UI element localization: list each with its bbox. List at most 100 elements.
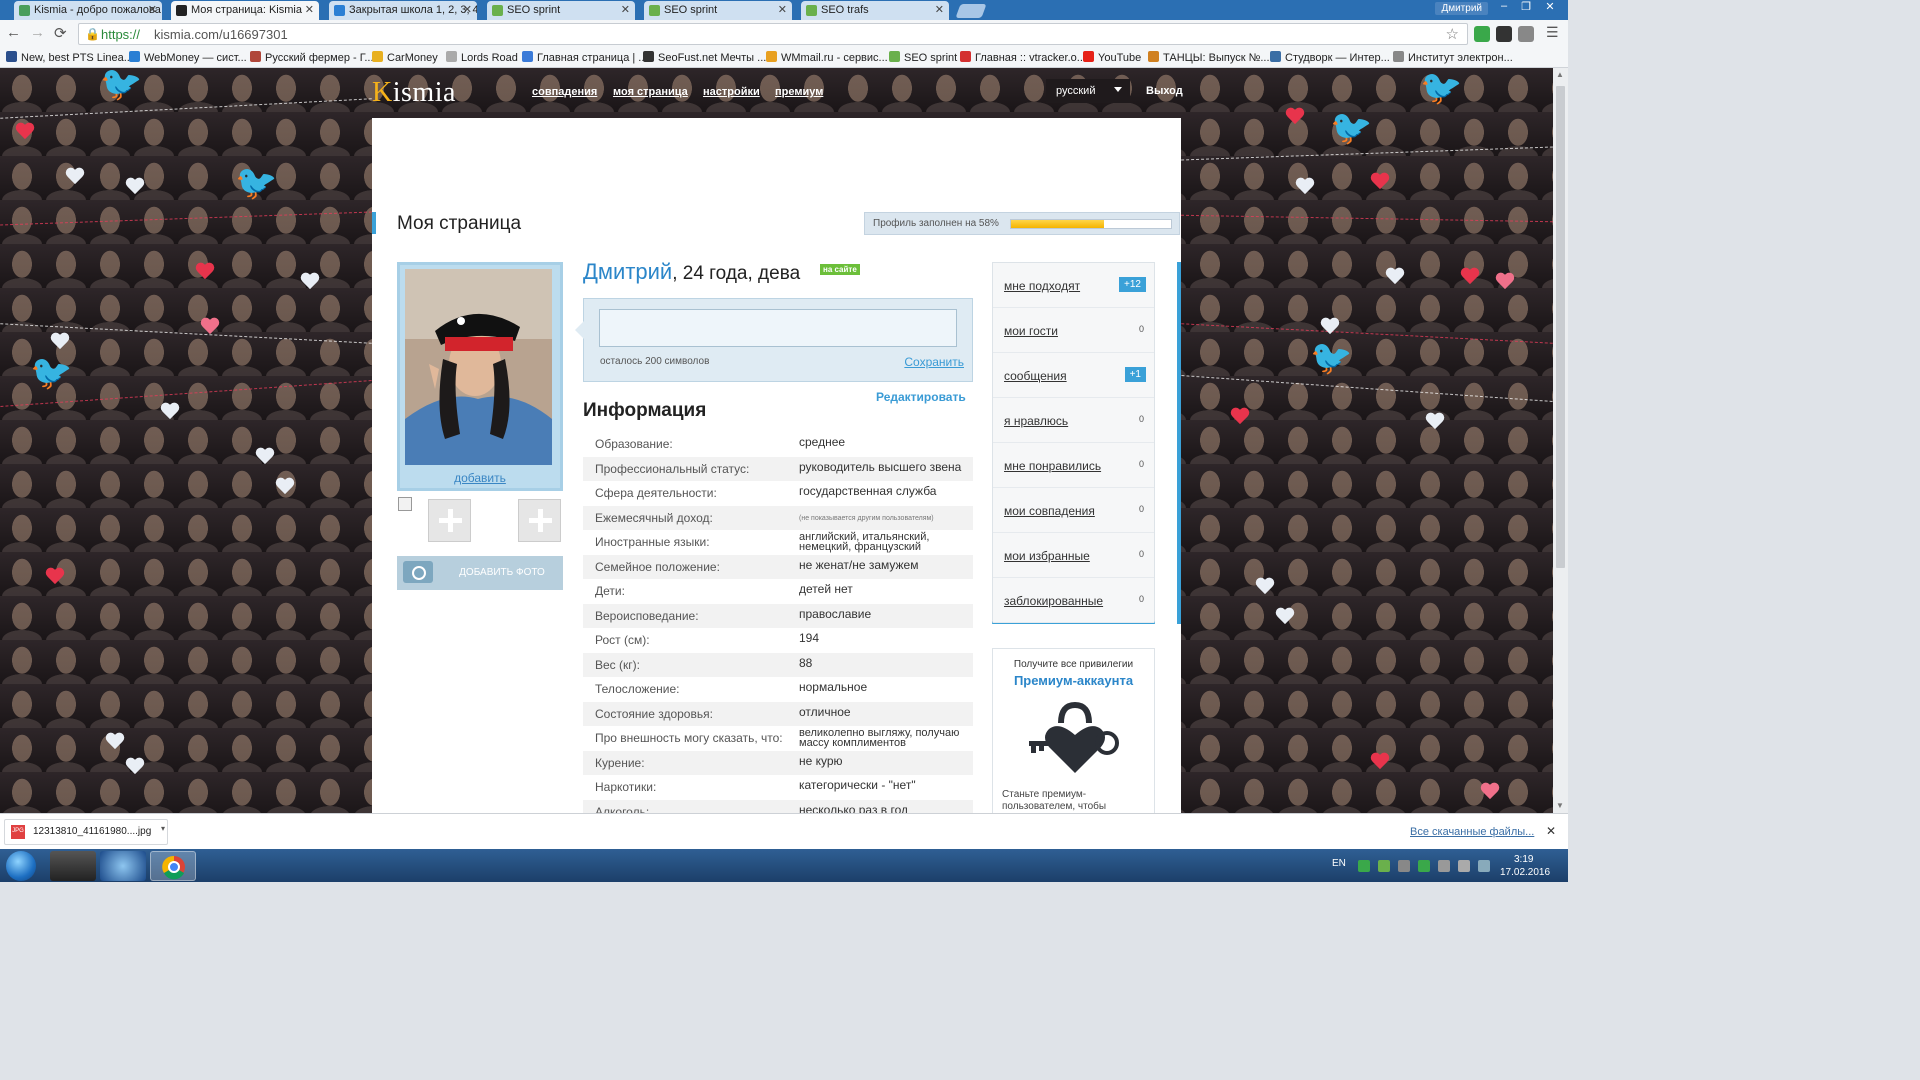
tray-icon[interactable]	[1458, 860, 1470, 872]
bookmark-item[interactable]: YouTube	[1083, 51, 1141, 64]
close-tab-icon[interactable]: ✕	[305, 3, 314, 16]
status-input[interactable]	[599, 309, 957, 347]
menu-icon[interactable]: ☰	[1546, 24, 1562, 40]
nav-my-page[interactable]: моя страница	[613, 86, 688, 98]
side-menu-item[interactable]: сообщения +1	[993, 353, 1154, 398]
heart-icon	[200, 318, 220, 336]
back-button[interactable]: ←	[6, 24, 21, 41]
tab[interactable]: SEO trafs ✕	[801, 1, 949, 20]
bookmark-item[interactable]: CarMoney	[372, 51, 438, 64]
page-scrollbar[interactable]: ▲ ▼	[1553, 68, 1568, 813]
bookmark-item[interactable]: Институт электрон...	[1393, 51, 1513, 64]
side-menu-item[interactable]: заблокированные 0	[993, 578, 1154, 623]
nav-settings[interactable]: настройки	[703, 86, 760, 98]
side-menu-item[interactable]: я нравлюсь 0	[993, 398, 1154, 443]
network-icon[interactable]	[1478, 860, 1490, 872]
side-menu-label[interactable]: я нравлюсь	[1004, 414, 1068, 428]
side-menu-item[interactable]: мои гости 0	[993, 308, 1154, 353]
tab[interactable]: Закрытая школа 1, 2, 3, 4 ✕	[329, 1, 477, 20]
chevron-down-icon[interactable]: ▾	[161, 824, 165, 833]
tray-icon[interactable]	[1418, 860, 1430, 872]
media-player-icon[interactable]	[100, 851, 146, 881]
extension-shield-icon[interactable]	[1474, 26, 1490, 42]
extension-icon[interactable]	[1518, 26, 1534, 42]
chrome-taskbar-icon[interactable]	[150, 851, 196, 881]
tray-icon[interactable]	[1358, 860, 1370, 872]
info-row: Иностранные языки: английский, итальянски…	[583, 530, 973, 555]
show-all-downloads-link[interactable]: Все скачанные файлы...	[1410, 826, 1534, 838]
side-menu-label[interactable]: мои избранные	[1004, 549, 1090, 563]
close-tab-icon[interactable]: ✕	[148, 3, 157, 16]
bookmark-item[interactable]: WebMoney — сист...	[129, 51, 247, 64]
input-language[interactable]: EN	[1332, 858, 1346, 869]
bookmark-item[interactable]: Lords Road	[446, 51, 518, 64]
taskbar: EN 3:19 17.02.2016	[0, 849, 1568, 882]
side-menu-label[interactable]: мне подходят	[1004, 279, 1080, 293]
side-menu-item[interactable]: мои избранные 0	[993, 533, 1154, 578]
new-tab-button[interactable]	[955, 4, 987, 18]
forward-button[interactable]: →	[30, 24, 45, 41]
close-tab-icon[interactable]: ✕	[463, 3, 472, 16]
tab[interactable]: Kismia - добро пожалова ✕	[14, 1, 162, 20]
logout-link[interactable]: Выход	[1146, 85, 1183, 97]
profile-photo[interactable]	[405, 269, 552, 465]
add-photo-link[interactable]: добавить	[400, 471, 560, 485]
close-window-button[interactable]: ✕	[1540, 0, 1560, 16]
scroll-up-icon[interactable]: ▲	[1556, 70, 1564, 79]
side-menu-label[interactable]: мои совпадения	[1004, 504, 1095, 518]
tray-icon[interactable]	[1398, 860, 1410, 872]
bookmark-item[interactable]: Студворк — Интер...	[1270, 51, 1390, 64]
premium-title[interactable]: Премиум-аккаунта	[993, 673, 1154, 688]
bookmark-item[interactable]: SeoFust.net Мечты ...	[643, 51, 766, 64]
clock-time[interactable]: 3:19	[1514, 854, 1533, 865]
extension-icon[interactable]	[1496, 26, 1512, 42]
nav-premium[interactable]: премиум	[775, 86, 823, 98]
reload-button[interactable]: ⟳	[54, 24, 67, 42]
bookmark-item[interactable]: SEO sprint	[889, 51, 957, 64]
side-menu-label[interactable]: мне понравились	[1004, 459, 1101, 473]
tab[interactable]: SEO sprint ✕	[487, 1, 635, 20]
side-menu-label[interactable]: сообщения	[1004, 369, 1067, 383]
favicon-icon	[1270, 51, 1281, 62]
save-status-link[interactable]: Сохранить	[904, 355, 964, 369]
info-label: Наркотики:	[595, 780, 657, 794]
scroll-down-icon[interactable]: ▼	[1556, 801, 1564, 810]
bookmark-item[interactable]: Русский фермер - Г...	[250, 51, 374, 64]
profile-name[interactable]: Дмитрий	[1435, 2, 1488, 15]
bookmark-item[interactable]: WMmail.ru - сервис...	[766, 51, 888, 64]
language-select[interactable]: русский	[1046, 79, 1130, 103]
tab[interactable]: SEO sprint ✕	[644, 1, 792, 20]
edit-info-link[interactable]: Редактировать	[876, 390, 966, 404]
maximize-button[interactable]: ❐	[1516, 0, 1536, 16]
start-button[interactable]	[6, 851, 36, 881]
add-photo-button[interactable]: ДОБАВИТЬ ФОТО	[397, 556, 563, 590]
kismia-logo[interactable]: Kismia	[372, 77, 456, 109]
side-menu-item[interactable]: мои совпадения 0	[993, 488, 1154, 533]
tray-icon[interactable]	[1378, 860, 1390, 872]
bookmark-item[interactable]: New, best PTS Linea...	[6, 51, 133, 64]
add-photo-slot[interactable]	[428, 499, 471, 542]
bookmark-item[interactable]: Главная страница | ...	[522, 51, 647, 64]
side-menu-label[interactable]: мои гости	[1004, 324, 1058, 338]
bookmark-item[interactable]: Главная :: vtracker.o...	[960, 51, 1086, 64]
close-icon[interactable]: ✕	[1546, 824, 1556, 838]
tray-icon[interactable]	[1438, 860, 1450, 872]
taskbar-app-icon[interactable]	[50, 851, 96, 881]
bookmark-star-icon[interactable]: ☆	[1446, 25, 1459, 43]
download-item[interactable]: JPG 12313810_41161980....jpg ▾	[4, 819, 168, 845]
close-tab-icon[interactable]: ✕	[935, 3, 944, 16]
minimize-button[interactable]: –	[1494, 0, 1514, 16]
tab[interactable]: Моя страница: Kismia ✕	[171, 1, 319, 20]
close-tab-icon[interactable]: ✕	[621, 3, 630, 16]
side-menu-label[interactable]: заблокированные	[1004, 594, 1103, 608]
clock-date[interactable]: 17.02.2016	[1500, 867, 1550, 878]
premium-promo[interactable]: Получите все привилегии Премиум-аккаунта…	[992, 648, 1155, 818]
close-tab-icon[interactable]: ✕	[778, 3, 787, 16]
side-menu-item[interactable]: мне подходят +12	[993, 263, 1154, 308]
scrollbar-thumb[interactable]	[1556, 86, 1565, 568]
side-menu-item[interactable]: мне понравились 0	[993, 443, 1154, 488]
add-photo-slot[interactable]	[518, 499, 561, 542]
bookmark-item[interactable]: ТАНЦЫ: Выпуск №...	[1148, 51, 1270, 64]
nav-matches[interactable]: совпадения	[532, 86, 597, 98]
address-bar[interactable]: 🔒 https:// kismia.com/u16697301 ☆	[78, 23, 1468, 45]
